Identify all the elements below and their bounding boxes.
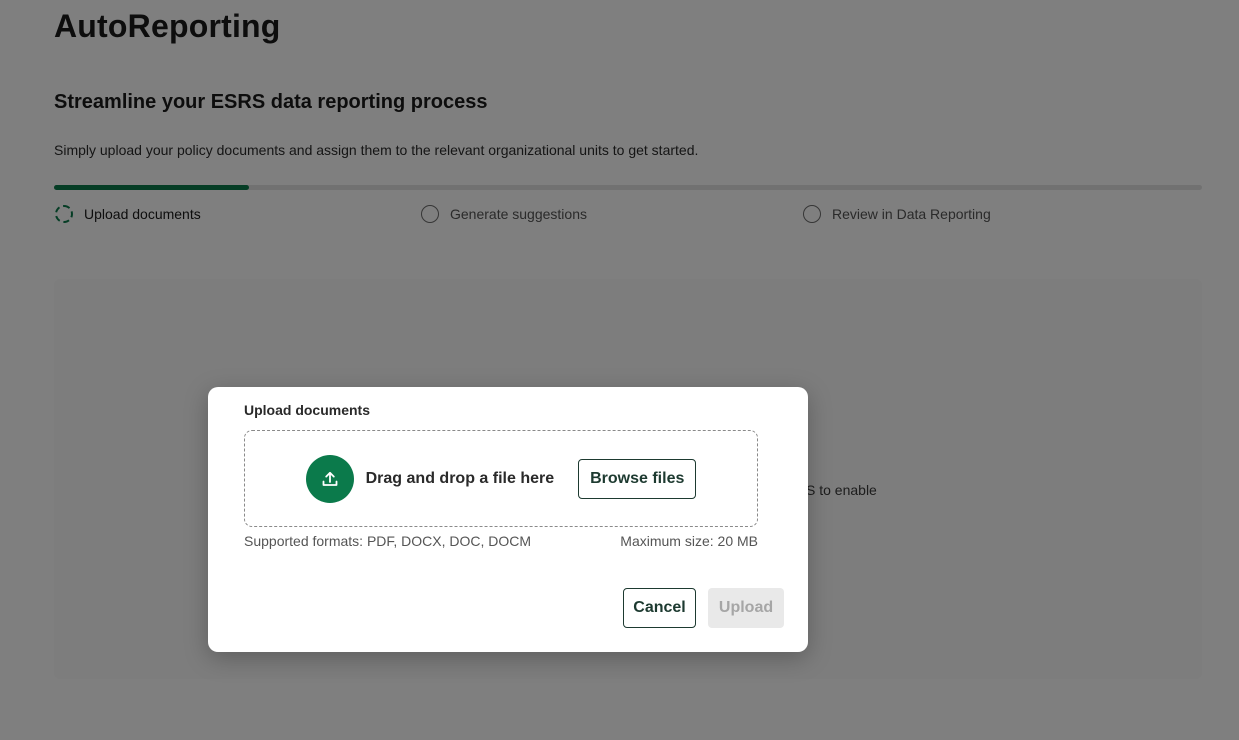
file-dropzone[interactable]: Drag and drop a file here Browse files bbox=[244, 430, 758, 527]
supported-formats-text: Supported formats: PDF, DOCX, DOC, DOCM bbox=[244, 533, 532, 549]
browse-files-button[interactable]: Browse files bbox=[578, 458, 697, 499]
upload-arrow-icon bbox=[305, 454, 354, 503]
cancel-button[interactable]: Cancel bbox=[623, 588, 696, 628]
max-size-text: Maximum size: 20 MB bbox=[620, 533, 758, 549]
upload-arrow-glyph bbox=[322, 471, 338, 486]
upload-button[interactable]: Upload bbox=[708, 588, 784, 628]
upload-dialog: Upload documents Drag and drop a file he… bbox=[208, 387, 808, 652]
dialog-title: Upload documents bbox=[244, 402, 371, 418]
dropzone-label: Drag and drop a file here bbox=[365, 469, 555, 487]
